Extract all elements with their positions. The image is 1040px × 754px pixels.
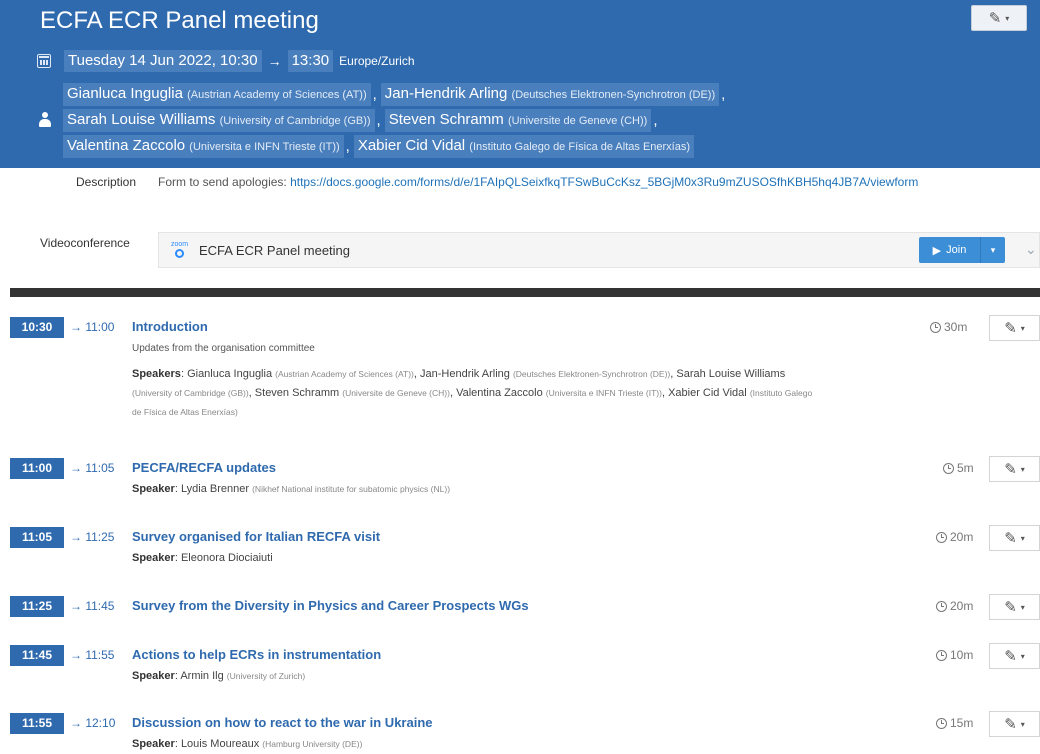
entry-duration: 5m [943, 461, 974, 475]
event-title: ECFA ECR Panel meeting [40, 7, 319, 34]
chair-person: Jan-Hendrik Arling (Deutsches Elektronen… [380, 83, 720, 106]
entry-start-time: 10:30 [10, 317, 64, 338]
entry-end-time: → 11:45 [70, 599, 115, 613]
entry-start-time: 11:05 [10, 527, 64, 548]
entry-speakers: Speaker: Armin Ilg (University of Zurich… [132, 670, 306, 682]
entry-edit-button[interactable]: ✎ ▾ [989, 456, 1040, 482]
event-header: ECFA ECR Panel meeting ✎ ▾ Tuesday 14 Ju… [0, 0, 1040, 168]
timetable-entry: 11:55 → 12:10 Discussion on how to react… [0, 711, 1040, 753]
clock-icon [936, 717, 947, 729]
entry-edit-button[interactable]: ✎ ▾ [989, 594, 1040, 620]
timetable-entry: 10:30 → 11:00 Introduction 30m ✎ ▾ Update… [0, 315, 1040, 427]
entry-edit-button[interactable]: ✎ ▾ [989, 525, 1040, 551]
play-icon: ▶ [932, 244, 942, 257]
entry-start-time: 11:45 [10, 645, 64, 666]
entry-duration: 20m [936, 599, 973, 613]
entry-start-time: 11:55 [10, 713, 64, 734]
description-label: Description [76, 175, 137, 189]
caret-down-icon: ▾ [1020, 602, 1025, 612]
videoconference-label: Videoconference [40, 236, 130, 250]
timetable-entry: 11:00 → 11:05 PECFA/RECFA updates 5m ✎ ▾ … [0, 456, 1040, 498]
speakers-line: de Física de Altas Enerxías) [132, 407, 238, 417]
pencil-icon: ✎ [988, 10, 1002, 27]
zoom-icon: zoom [171, 241, 191, 259]
clock-icon [930, 321, 941, 333]
entry-duration: 15m [936, 716, 973, 730]
date-arrow: → [267, 53, 282, 69]
join-options-button[interactable]: ▾ [981, 237, 1005, 263]
pencil-icon: ✎ [1004, 530, 1017, 547]
join-button-group: ▶ Join ▾ [919, 237, 1005, 263]
entry-title[interactable]: Introduction [132, 319, 208, 334]
timetable-entry: 11:45 → 11:55 Actions to help ECRs in in… [0, 643, 1040, 685]
entry-end-time: → 11:25 [70, 530, 115, 544]
entry-title[interactable]: Survey from the Diversity in Physics and… [132, 598, 529, 613]
chair-person: Gianluca Inguglia (Austrian Academy of S… [63, 83, 371, 106]
videoconference-panel: zoom ECFA ECR Panel meeting ▶ Join ▾ ⌄ [158, 232, 1040, 268]
entry-speakers: Speaker: Lydia Brenner (Nikhef National … [132, 483, 451, 495]
entry-edit-button[interactable]: ✎ ▾ [989, 711, 1040, 737]
timetable-entry: 11:05 → 11:25 Survey organised for Itali… [0, 525, 1040, 567]
entry-speakers: Speakers: Gianluca Inguglia (Austrian Ac… [132, 365, 992, 422]
entry-title[interactable]: PECFA/RECFA updates [132, 460, 276, 475]
entry-start-time: 11:00 [10, 458, 64, 479]
caret-down-icon: ▾ [1020, 464, 1025, 474]
timetable-entry: 11:25 → 11:45 Survey from the Diversity … [0, 594, 1040, 620]
event-timezone: Europe/Zurich [339, 54, 415, 68]
entry-duration: 30m [930, 320, 967, 334]
caret-down-icon: ▾ [1020, 533, 1025, 543]
day-separator [10, 288, 1040, 297]
entry-duration: 10m [936, 648, 973, 662]
entry-duration: 20m [936, 530, 973, 544]
chair-person: Sarah Louise Williams (University of Cam… [63, 109, 375, 132]
chair-person: Xabier Cid Vidal (Instituto Galego de Fí… [353, 135, 695, 158]
speakers-line: (University of Cambridge (GB)), Steven S… [132, 387, 813, 399]
chairs-row-1: Gianluca Inguglia (Austrian Academy of S… [63, 83, 729, 106]
clock-icon [936, 649, 947, 661]
chevron-down-icon[interactable]: ⌄ [1025, 241, 1037, 258]
caret-down-icon: ▾ [1020, 323, 1025, 333]
clock-icon [943, 462, 954, 474]
chair-person: Steven Schramm (Universite de Geneve (CH… [384, 109, 652, 132]
entry-start-time: 11:25 [10, 596, 64, 617]
chairs-row-3: Valentina Zaccolo (Universita e INFN Tri… [63, 135, 695, 158]
entry-end-time: → 11:00 [70, 320, 115, 334]
entry-title[interactable]: Actions to help ECRs in instrumentation [132, 647, 381, 662]
event-date-row: Tuesday 14 Jun 2022, 10:30 → 13:30 Europ… [37, 50, 415, 72]
entry-speakers: Speaker: Louis Moureaux (Hamburg Univers… [132, 738, 363, 750]
caret-down-icon: ▾ [990, 244, 996, 255]
description-text: Form to send apologies: https://docs.goo… [158, 175, 919, 189]
user-icon [38, 112, 52, 128]
clock-icon [936, 600, 947, 612]
chair-person: Valentina Zaccolo (Universita e INFN Tri… [63, 135, 344, 158]
calendar-icon [37, 54, 51, 68]
pencil-icon: ✎ [1004, 599, 1017, 616]
entry-title[interactable]: Survey organised for Italian RECFA visit [132, 529, 380, 544]
entry-speakers: Speaker: Eleonora Diociaiuti [132, 552, 273, 564]
event-edit-button[interactable]: ✎ ▾ [971, 5, 1027, 31]
entry-end-time: → 11:05 [70, 461, 115, 475]
pencil-icon: ✎ [1004, 461, 1017, 478]
entry-end-time: → 11:55 [70, 648, 115, 662]
caret-down-icon: ▾ [1020, 719, 1025, 729]
pencil-icon: ✎ [1004, 320, 1017, 337]
join-button[interactable]: ▶ Join [919, 237, 981, 263]
caret-down-icon: ▾ [1020, 651, 1025, 661]
event-end-time: 13:30 [287, 50, 334, 72]
caret-down-icon: ▾ [1005, 13, 1010, 23]
videoconference-name: ECFA ECR Panel meeting [199, 243, 351, 258]
clock-icon [936, 531, 947, 543]
pencil-icon: ✎ [1004, 648, 1017, 665]
entry-description: Updates from the organisation committee [132, 343, 315, 354]
entry-edit-button[interactable]: ✎ ▾ [989, 643, 1040, 669]
event-start-datetime: Tuesday 14 Jun 2022, 10:30 [64, 50, 262, 72]
entry-end-time: → 12:10 [70, 716, 116, 730]
speakers-line: Speakers: Gianluca Inguglia (Austrian Ac… [132, 368, 786, 380]
chairs-row-2: Sarah Louise Williams (University of Cam… [63, 109, 661, 132]
pencil-icon: ✎ [1004, 716, 1017, 733]
entry-title[interactable]: Discussion on how to react to the war in… [132, 715, 433, 730]
apologies-form-link[interactable]: https://docs.google.com/forms/d/e/1FAIpQ… [290, 175, 918, 189]
entry-edit-button[interactable]: ✎ ▾ [989, 315, 1040, 341]
